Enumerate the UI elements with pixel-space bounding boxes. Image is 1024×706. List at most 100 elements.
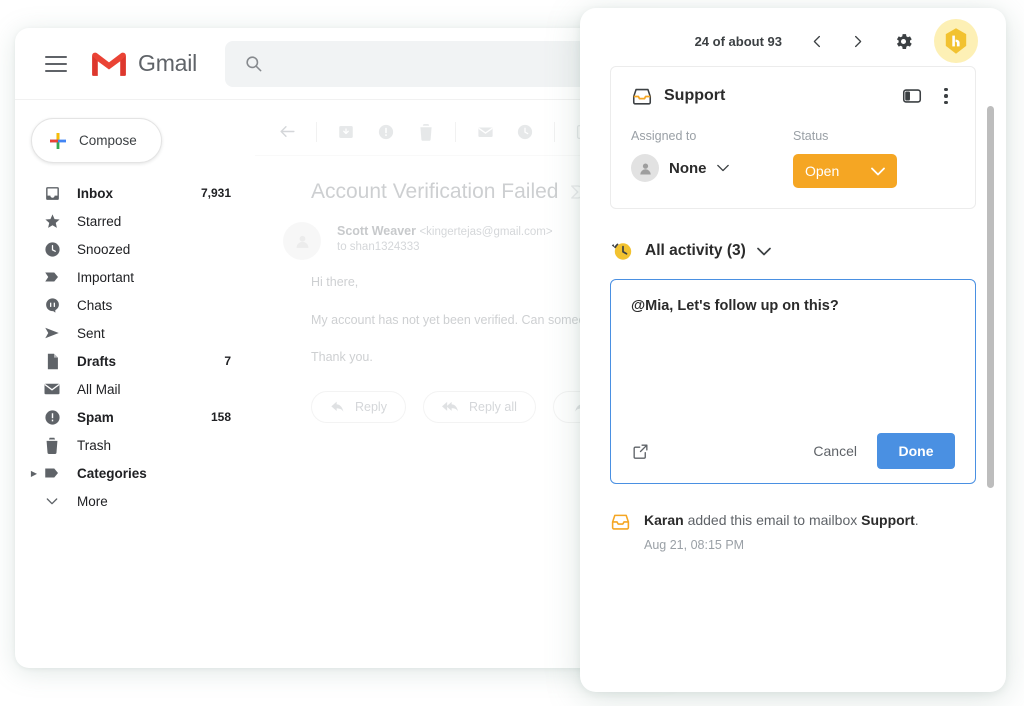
snooze-icon[interactable] xyxy=(507,114,543,150)
reply-button[interactable]: Reply xyxy=(311,390,406,423)
gmail-m-icon xyxy=(92,52,126,76)
mailbox-card-fields: Assigned to None Status Open xyxy=(631,129,955,188)
sender-name: Scott Weaver <kingertejas@gmail.com> xyxy=(337,224,553,238)
avatar xyxy=(283,222,321,260)
cancel-button[interactable]: Cancel xyxy=(809,437,861,465)
sidebar-label: Categories xyxy=(77,465,147,481)
comment-composer[interactable]: @Mia, Let's follow up on this? Cancel Do… xyxy=(610,279,976,484)
gmail-sidebar: Compose Inbox 7,931 Starred Snoozed Impo… xyxy=(15,100,255,668)
star-icon xyxy=(41,211,63,231)
sidebar-nav: Inbox 7,931 Starred Snoozed Important Ch… xyxy=(15,179,255,515)
sender-email: <kingertejas@gmail.com> xyxy=(419,226,553,238)
pagination-counter: 24 of about 93 xyxy=(694,33,782,49)
gear-icon xyxy=(896,33,912,49)
activity-text-mid: added this email to mailbox xyxy=(683,512,862,528)
person-icon xyxy=(296,235,308,248)
comment-actions: Cancel Done xyxy=(631,423,955,469)
reply-label: Reply xyxy=(355,399,387,414)
activity-log-text: Karan added this email to mailbox Suppor… xyxy=(644,510,976,530)
sidebar-label: Chats xyxy=(77,297,113,313)
inbox-icon xyxy=(41,183,63,203)
settings-button[interactable] xyxy=(890,28,916,54)
spam-icon xyxy=(41,407,63,427)
sidebar-label: All Mail xyxy=(77,381,121,397)
all-activity-toggle[interactable]: All activity (3) xyxy=(610,239,976,263)
sidebar-item-chats[interactable]: Chats xyxy=(15,291,255,319)
sidebar-label: Snoozed xyxy=(77,241,131,257)
open-in-new-icon[interactable] xyxy=(631,442,650,461)
back-arrow-icon[interactable] xyxy=(269,114,305,150)
sidebar-label: Drafts xyxy=(77,353,117,369)
all-activity-label: All activity (3) xyxy=(645,242,746,259)
sidebar-item-snoozed[interactable]: Snoozed xyxy=(15,235,255,263)
compose-label: Compose xyxy=(79,133,137,148)
compose-button[interactable]: Compose xyxy=(31,118,162,163)
status-dropdown[interactable]: Open xyxy=(793,154,897,188)
sidebar-count: 158 xyxy=(210,410,231,424)
activity-log-body: Karan added this email to mailbox Suppor… xyxy=(644,510,976,552)
report-spam-icon[interactable] xyxy=(368,114,404,150)
chevron-down-icon xyxy=(716,164,729,172)
activity-log-item: Karan added this email to mailbox Suppor… xyxy=(610,510,976,552)
gmail-topbar: Gmail xyxy=(15,28,675,100)
assigned-to-dropdown[interactable]: None xyxy=(631,154,793,182)
sender-display-name: Scott Weaver xyxy=(337,224,416,238)
done-button[interactable]: Done xyxy=(877,433,955,469)
sidebar-item-sent[interactable]: Sent xyxy=(15,319,255,347)
search-input[interactable] xyxy=(225,40,618,87)
sidebar-item-all-mail[interactable]: All Mail xyxy=(15,375,255,403)
sidebar-item-more[interactable]: More xyxy=(15,487,255,515)
hiver-logo-avatar[interactable] xyxy=(934,19,978,63)
kebab-menu-icon[interactable] xyxy=(937,85,955,107)
chevron-down-icon xyxy=(871,167,885,175)
sidebar-item-inbox[interactable]: Inbox 7,931 xyxy=(15,179,255,207)
assigned-to-value: None xyxy=(669,159,707,177)
sidebar-item-drafts[interactable]: Drafts 7 xyxy=(15,347,255,375)
archive-icon[interactable] xyxy=(328,114,364,150)
toolbar-divider xyxy=(554,121,555,142)
sidebar-item-spam[interactable]: Spam 158 xyxy=(15,403,255,431)
plus-icon xyxy=(50,132,66,149)
gmail-body: Compose Inbox 7,931 Starred Snoozed Impo… xyxy=(15,100,675,668)
delete-icon[interactable] xyxy=(408,114,444,150)
gmail-logo: Gmail xyxy=(91,50,197,77)
mailbox-card: Support Assigned to None Status Open xyxy=(610,66,976,209)
send-icon xyxy=(41,323,63,343)
reply-all-label: Reply all xyxy=(468,399,517,414)
sidebar-label: Spam xyxy=(77,409,114,425)
expand-triangle-icon[interactable]: ▶ xyxy=(27,469,41,478)
hamburger-icon[interactable] xyxy=(45,55,67,72)
mailbox-icon xyxy=(632,88,652,105)
split-view-icon[interactable] xyxy=(901,85,923,107)
sidebar-item-categories[interactable]: ▶ Categories xyxy=(15,459,255,487)
reply-all-button[interactable]: Reply all xyxy=(422,390,536,423)
sidebar-label: More xyxy=(77,493,108,509)
sidebar-label: Trash xyxy=(77,437,112,453)
mark-unread-icon[interactable] xyxy=(467,114,503,150)
label-icon xyxy=(41,463,63,483)
gmail-window: Gmail Compose Inbox 7,931 Starred Snooze… xyxy=(15,28,675,668)
activity-timestamp: Aug 21, 08:15 PM xyxy=(644,538,745,553)
sidebar-label: Starred xyxy=(77,213,122,229)
sidebar-label: Sent xyxy=(77,325,105,341)
chevron-left-icon xyxy=(813,35,820,47)
mailbox-card-header: Support xyxy=(631,85,955,107)
mail-recipient[interactable]: to shan1324333 xyxy=(337,241,553,253)
sidebar-item-trash[interactable]: Trash xyxy=(15,431,255,459)
sidebar-count: 7,931 xyxy=(200,186,231,200)
clock-icon xyxy=(41,239,63,259)
chevron-down-icon xyxy=(41,491,63,511)
important-icon xyxy=(41,267,63,287)
next-page-button[interactable] xyxy=(844,28,870,54)
sidebar-item-starred[interactable]: Starred xyxy=(15,207,255,235)
comment-input[interactable]: @Mia, Let's follow up on this? xyxy=(631,298,955,423)
status-field: Status Open xyxy=(793,129,955,188)
assigned-to-field: Assigned to None xyxy=(631,129,793,188)
gmail-wordmark: Gmail xyxy=(138,50,198,76)
sidebar-item-important[interactable]: Important xyxy=(15,263,255,291)
trash-icon xyxy=(41,435,63,455)
draft-icon xyxy=(41,351,63,371)
activity-text-end: . xyxy=(914,512,919,528)
panel-scrollbar[interactable] xyxy=(987,106,994,488)
previous-page-button[interactable] xyxy=(804,28,830,54)
